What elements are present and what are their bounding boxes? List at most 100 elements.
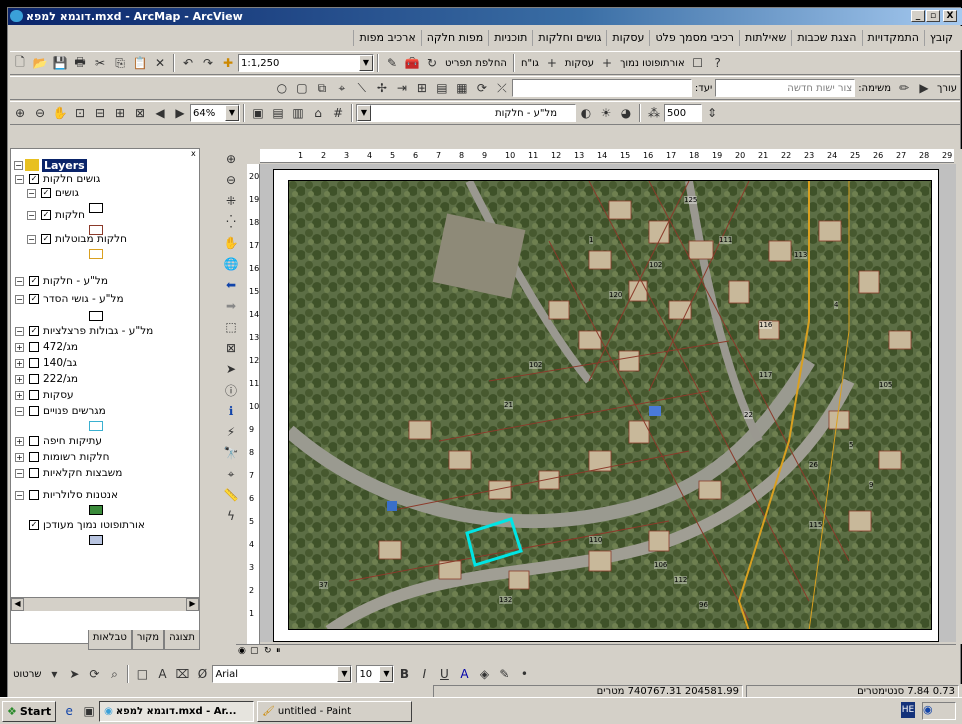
expand-toggle-icon[interactable]: + [15,375,24,384]
expand-toggle-icon[interactable]: − [27,235,36,244]
back-arrow-icon[interactable]: ⬅ [221,275,241,295]
change-layout-icon[interactable]: ▥ [289,104,307,122]
layer-label[interactable]: מג/222 [43,373,78,385]
select-features-icon[interactable]: ⬚ [221,317,241,337]
start-button[interactable]: ❖ Start [2,700,57,722]
underline-icon[interactable]: U [435,665,453,683]
layer-label[interactable]: חלקות מבוטלות [55,233,127,245]
tab-display[interactable]: תצוגה [164,630,200,650]
spinner-icon[interactable]: ⇕ [703,104,721,122]
drawing-menu[interactable]: שרטוט [10,669,44,680]
sketch-tool-icon[interactable]: ✏ [895,79,913,97]
layer-label[interactable]: מל"ע - גבולות פרצלציות [43,325,153,337]
target-combo[interactable] [511,79,692,97]
menu-item[interactable]: הצגת שכבות [791,30,861,46]
focus-frame-icon[interactable]: ▤ [269,104,287,122]
trim-icon[interactable]: ✢ [373,79,391,97]
previous-extent-icon[interactable]: ◀ [151,104,169,122]
split-icon[interactable]: ⤫ [493,79,511,97]
layer-label[interactable]: מג/472 [43,341,78,353]
layer-checkbox[interactable] [29,358,39,368]
print-icon[interactable]: 🖶 [71,54,89,72]
editor-menu[interactable]: עורך [934,83,960,94]
extend-icon[interactable]: ⇥ [393,79,411,97]
layer-checkbox[interactable] [29,490,39,500]
zoom-100-icon[interactable]: ⊟ [91,104,109,122]
fill-color-icon[interactable]: ◈ [475,665,493,683]
layer-checkbox[interactable]: ✓ [29,520,39,530]
zoom-whole-page-icon[interactable]: ⊡ [71,104,89,122]
expand-toggle-icon[interactable]: − [27,211,36,220]
menu-item[interactable]: מפות חלקה [420,30,489,46]
line-color-icon[interactable]: ✎ [495,665,513,683]
layer-checkbox[interactable]: ✓ [41,234,51,244]
select-elements-icon[interactable]: ➤ [65,665,83,683]
identify-icon[interactable]: ⓘ [221,380,241,400]
data-view-icon[interactable]: ◉ [238,646,246,656]
marker-color-icon[interactable]: • [515,665,533,683]
menu-item[interactable]: גושים וחלקות [532,30,606,46]
play-icon[interactable]: ▶ [915,79,933,97]
copy-icon[interactable]: ⎘ [111,54,129,72]
show-desktop-icon[interactable]: ▣ [80,702,98,720]
taskbar-paint[interactable]: 🖌 untitled - Paint [257,700,413,722]
rectangle-icon[interactable]: ▢ [293,79,311,97]
layer-label[interactable]: מל"ע - גושי הסדר [43,293,124,305]
layer-checkbox[interactable]: ✓ [41,188,51,198]
font-combo[interactable]: Arial ▼ [212,665,353,683]
clear-selection-icon[interactable]: ⊠ [221,338,241,358]
select-elements-icon[interactable]: ➤ [221,359,241,379]
chevron-down-icon[interactable]: ▼ [357,105,371,121]
identify-layout-icon[interactable]: ⌂ [309,104,327,122]
title-bar[interactable]: דוגמא למפא.mxd - ArcMap - ArcView _ ▫ X [8,8,962,25]
expand-toggle-icon[interactable]: − [15,295,24,304]
pan-page-icon[interactable]: ✋ [51,104,69,122]
paste-icon[interactable]: 📋 [131,54,149,72]
chevron-down-icon[interactable]: ▼ [225,105,239,121]
minimize-button[interactable]: _ [911,10,925,22]
tab-tables[interactable]: טבלאות [87,630,132,650]
layer-checkbox[interactable]: ✓ [29,326,39,336]
scroll-right-icon[interactable]: ▶ [186,598,199,611]
layer-checkbox[interactable] [29,390,39,400]
taskbar-arcmap[interactable]: ◉ דוגמא למפא.mxd - Ar... [99,700,255,722]
tray-icon[interactable]: ◉ [923,703,933,716]
layer-label[interactable]: מל"ע - חלקות [43,275,108,287]
menu-item[interactable]: עסקות [606,30,649,46]
layer-label[interactable]: מגרשים פנויים [43,405,106,417]
close-icon[interactable]: x [191,149,199,158]
layer-label[interactable]: גושים חלקות [43,173,100,185]
attributes-icon[interactable]: ▦ [453,79,471,97]
menu-item[interactable]: רכיבי מסמך פלט [649,30,739,46]
delete-icon[interactable]: ✕ [151,54,169,72]
language-indicator[interactable]: HE [901,702,915,718]
layer-combo[interactable]: מל"ע - חלקות ▼ [356,104,576,122]
fixed-zoom-in-icon[interactable]: ⊞ [111,104,129,122]
map-frame[interactable]: 125 111 102 113 116 120 117 21 110 106 112 132 4 22 37… [288,180,932,630]
expand-toggle-icon[interactable]: + [15,343,24,352]
layers-root[interactable]: Layers [42,159,87,172]
expand-toggle-icon[interactable]: − [27,189,36,198]
info-icon[interactable]: ℹ [221,401,241,421]
full-extent-icon[interactable]: 🌐 [221,254,241,274]
buffer-input[interactable]: 500 [664,104,702,122]
pause-icon[interactable]: ⏸ [276,646,281,656]
menu-item[interactable]: ארכיב מפות [353,30,420,46]
maximize-button[interactable]: ▫ [926,10,940,22]
add-data-icon[interactable]: ✚ [219,54,237,72]
transparency-icon[interactable]: ◕ [617,104,635,122]
layer-checkbox[interactable] [29,342,39,352]
layer-label[interactable]: עסקות [43,389,74,401]
scroll-left-icon[interactable]: ◀ [11,598,24,611]
layer-label[interactable]: עתיקות חיפה [43,435,102,447]
fixed-zoom-out-icon[interactable]: ⁛ [221,212,241,232]
zoom-in-icon[interactable]: ⊕ [221,149,241,169]
menu-item[interactable]: התמקדויות [861,30,924,46]
expand-toggle-icon[interactable]: + [15,437,24,446]
ortho-menu-button[interactable]: אורתופוטו נמוך [617,58,688,69]
plus-icon[interactable]: + [598,54,616,72]
layer-label[interactable]: משבצות חקלאיות [43,467,122,479]
arctoolbox-icon[interactable]: 🧰 [403,54,421,72]
go-to-xy-icon[interactable]: ⌖ [221,464,241,484]
font-icon[interactable]: Ø [193,665,211,683]
